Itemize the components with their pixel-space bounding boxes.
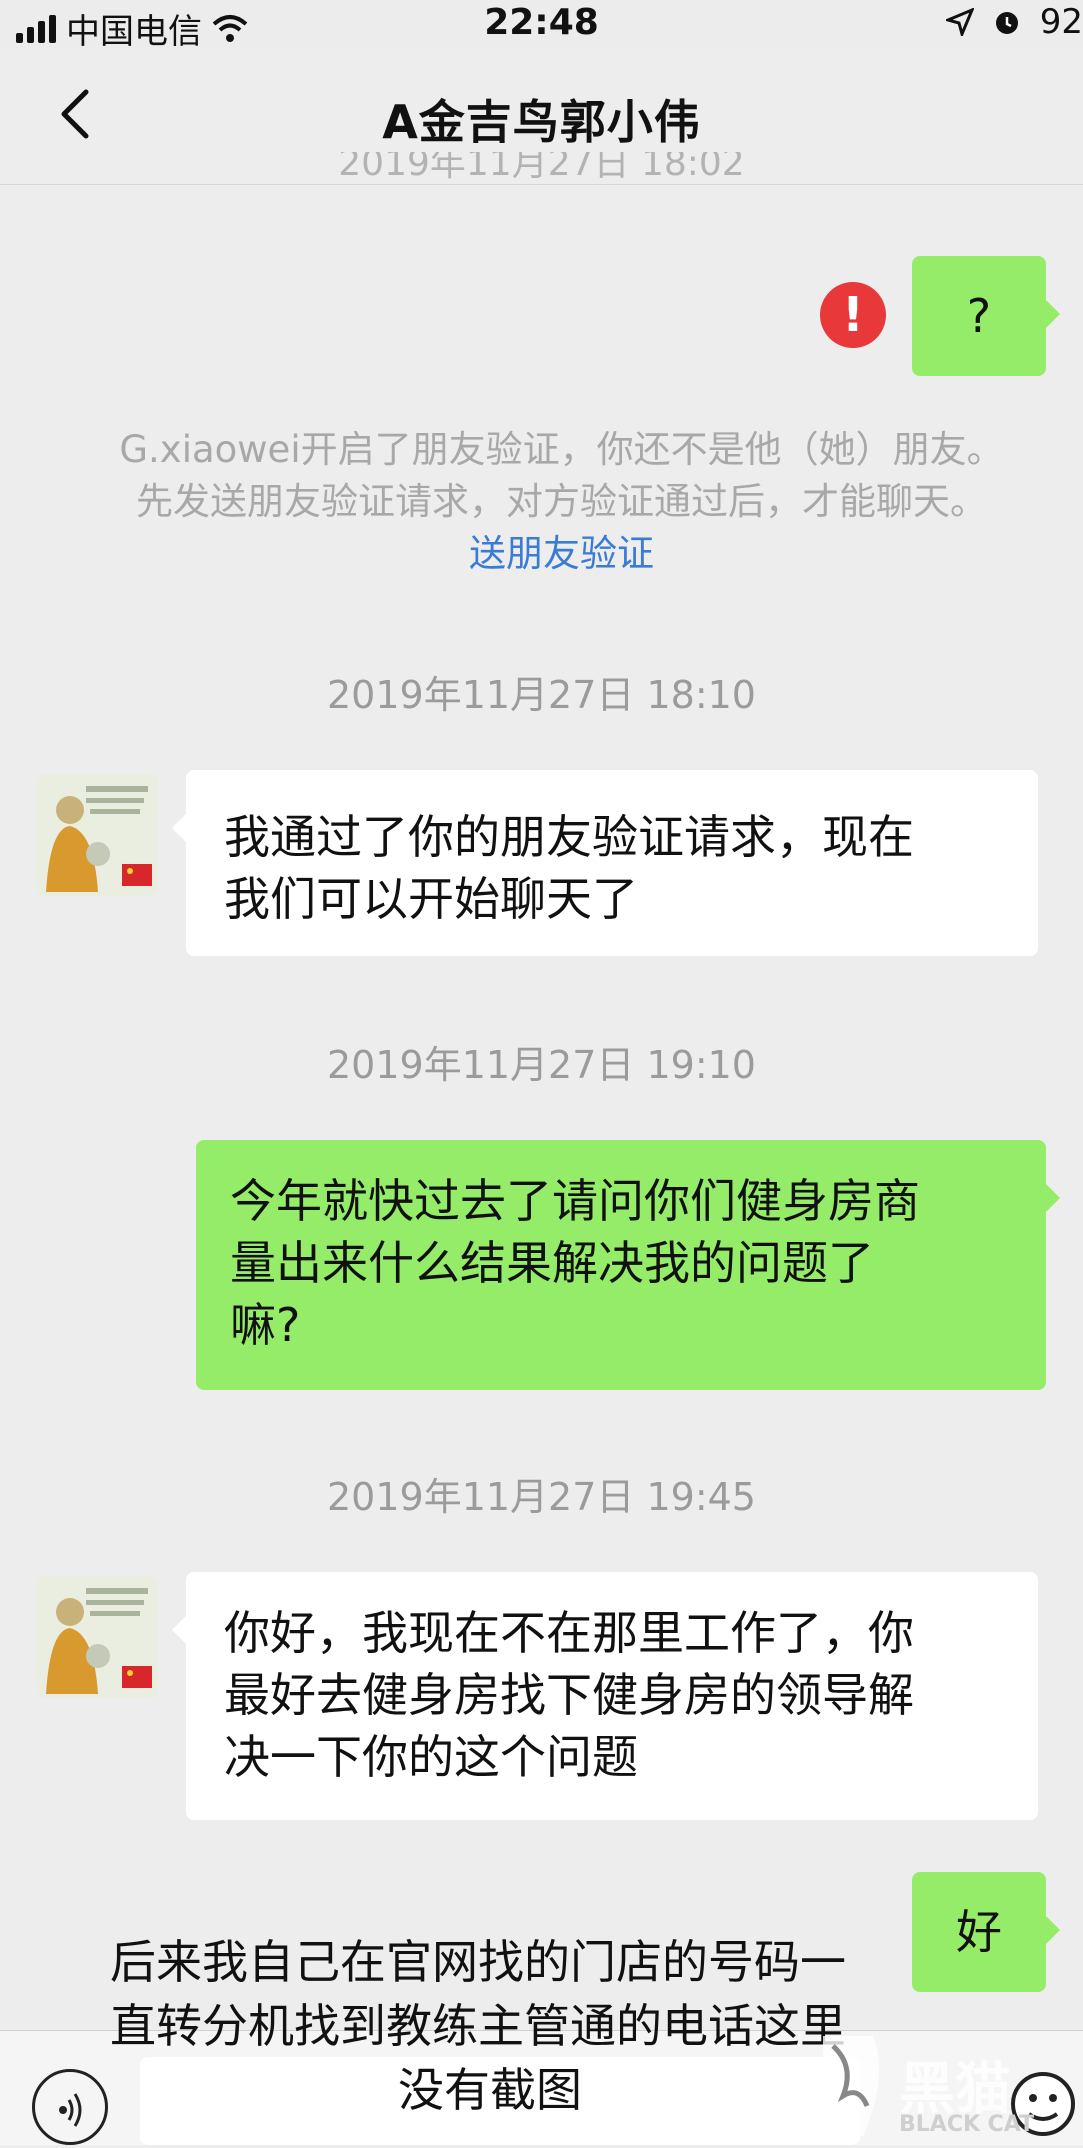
message-text: 好 (956, 1905, 1002, 1959)
caption-line: 后来我自己在官网找的门店的号码一 (110, 1935, 846, 1989)
watermark-subtext: BLACK CAT (899, 2112, 1035, 2137)
message-text: 量出来什么结果解决我的问题了 (230, 1236, 874, 1290)
system-notice-line: 先发送朋友验证请求，对方验证通过后，才能聊天。 (136, 480, 987, 523)
received-message[interactable]: 你好，我现在不在那里工作了，你 最好去健身房找下健身房的领导解 决一下你的这个问… (172, 1572, 1038, 1820)
status-bar: 中国电信 22:48 92 (0, 0, 1083, 52)
message-text: 我通过了你的朋友验证请求，现在 (224, 810, 914, 864)
avatar-image (36, 1576, 158, 1698)
message-text: 我们可以开始聊天了 (224, 872, 638, 926)
status-time: 22:48 (484, 2, 599, 43)
sent-message[interactable]: 今年就快过去了请问你们健身房商 量出来什么结果解决我的问题了 嘛? (196, 1140, 1060, 1390)
error-icon[interactable]: ! (820, 282, 886, 348)
watermark-logo: 黑猫 BLACK CAT (803, 2026, 1083, 2144)
message-text: 决一下你的这个问题 (224, 1730, 638, 1784)
message-text: 你好，我现在不在那里工作了，你 (224, 1606, 914, 1660)
system-notice: G.xiaowei开启了朋友验证，你还不是他（她）朋友。 先发送朋友验证请求，对… (0, 424, 1083, 580)
system-notice-line: G.xiaowei开启了朋友验证，你还不是他（她）朋友。 (119, 428, 1004, 471)
sent-message[interactable]: ? (912, 256, 1060, 376)
timestamp: 2019年11月27日 19:45 (326, 1475, 756, 1519)
received-message[interactable]: 我通过了你的朋友验证请求，现在 我们可以开始聊天了 (172, 770, 1038, 956)
faded-timestamp: 2019年11月27日 18:02 (338, 152, 745, 184)
send-verification-link[interactable]: 送朋友验证 (40, 528, 1083, 580)
timestamp: 2019年11月27日 19:10 (326, 1043, 756, 1087)
message-text: ? (966, 289, 992, 343)
avatar[interactable] (36, 774, 158, 896)
message-text: 今年就快过去了请问你们健身房商 (230, 1174, 920, 1228)
timestamp: 2019年11月27日 18:10 (326, 673, 756, 717)
message-text: 最好去健身房找下健身房的领导解 (224, 1668, 914, 1722)
sent-message[interactable]: 好 (912, 1872, 1060, 1992)
caption-line: 直转分机找到教练主管通的电话这里 (110, 1999, 846, 2053)
chat-title: A金吉鸟郭小伟 (382, 95, 701, 149)
location-icon (945, 8, 974, 36)
alarm-icon (995, 12, 1018, 34)
avatar-image (36, 774, 158, 896)
status-right: 92 (945, 2, 1083, 42)
caption-line: 没有截图 (398, 2063, 582, 2117)
voice-icon[interactable] (32, 2069, 108, 2145)
overlay-caption: 后来我自己在官网找的门店的号码一 直转分机找到教练主管通的电话这里 没有截图 (110, 1930, 910, 2122)
avatar[interactable] (36, 1576, 158, 1698)
battery-level: 92 (1039, 2, 1083, 42)
message-text: 嘛? (230, 1298, 301, 1352)
